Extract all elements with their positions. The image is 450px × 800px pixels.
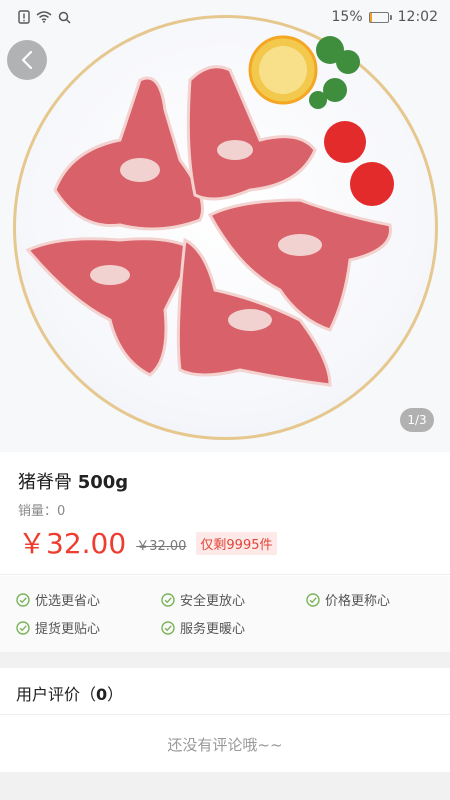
section-separator [0,772,450,800]
pork-bone-pieces [25,65,392,387]
sales-value: 0 [57,504,66,519]
guarantee-item: 安全更放心 [161,590,245,609]
reviews-title-prefix: 用户评价（ [16,685,97,704]
reviews-title-suffix: ） [107,685,124,704]
guarantee-label: 安全更放心 [180,594,246,609]
guarantee-label: 优选更省心 [35,594,101,609]
price-value: 32.00 [46,527,127,560]
status-bar: 15% 12:02 [0,0,450,34]
search-icon [58,11,71,24]
check-circle-icon [161,592,175,607]
price-row: ￥32.00 ￥32.00 仅剩9995件 [18,522,277,562]
guarantee-label: 提货更贴心 [35,622,101,637]
check-circle-icon [16,592,30,607]
reviews-empty-text: 还没有评论哦~~ [167,736,283,754]
battery-percentage: 15% [331,9,363,25]
product-title: 猪脊骨 500g [18,468,128,494]
guarantee-item: 提货更贴心 [16,618,100,637]
check-circle-icon [161,620,175,635]
reviews-section[interactable]: 用户评价（0） 还没有评论哦~~ [0,668,450,772]
divider [0,574,450,575]
back-button[interactable] [7,40,47,80]
wifi-icon [36,11,52,23]
guarantee-label: 价格更称心 [325,594,391,609]
cherry-tomato [324,121,366,163]
cherry-tomato [350,162,394,206]
battery-icon [368,11,392,23]
product-info: 猪脊骨 500g 销量：0 ￥32.00 ￥32.00 仅剩9995件 [0,452,450,574]
product-image-gallery[interactable]: 1/3 [0,0,450,452]
guarantee-item: 服务更暖心 [161,618,245,637]
sales-label: 销量： [18,504,58,519]
product-name: 猪脊骨 [18,472,72,493]
divider [0,714,450,715]
stock-badge: 仅剩9995件 [196,531,277,555]
guarantee-item: 优选更省心 [16,590,100,609]
guarantee-label: 服务更暖心 [180,622,246,637]
original-price: ￥32.00 [136,538,187,554]
reviews-title: 用户评价（0） [16,681,123,705]
current-price: ￥32.00 [18,522,126,562]
check-circle-icon [306,592,320,607]
clock: 12:02 [397,9,438,25]
product-photo [25,35,394,387]
sales-count: 销量：0 [18,500,65,519]
alert-icon [18,10,30,24]
lemon-slice [248,35,318,105]
product-weight: 500g [77,472,129,493]
check-circle-icon [16,620,30,635]
section-separator [0,652,450,668]
reviews-count: 0 [96,685,108,704]
guarantee-item: 价格更称心 [306,590,390,609]
image-pager: 1/3 [400,408,434,432]
currency-symbol: ￥ [18,527,47,560]
chevron-left-icon [21,50,33,70]
guarantee-list: 优选更省心 安全更放心 价格更称心 提货更贴心 服务更暖心 [0,576,450,652]
